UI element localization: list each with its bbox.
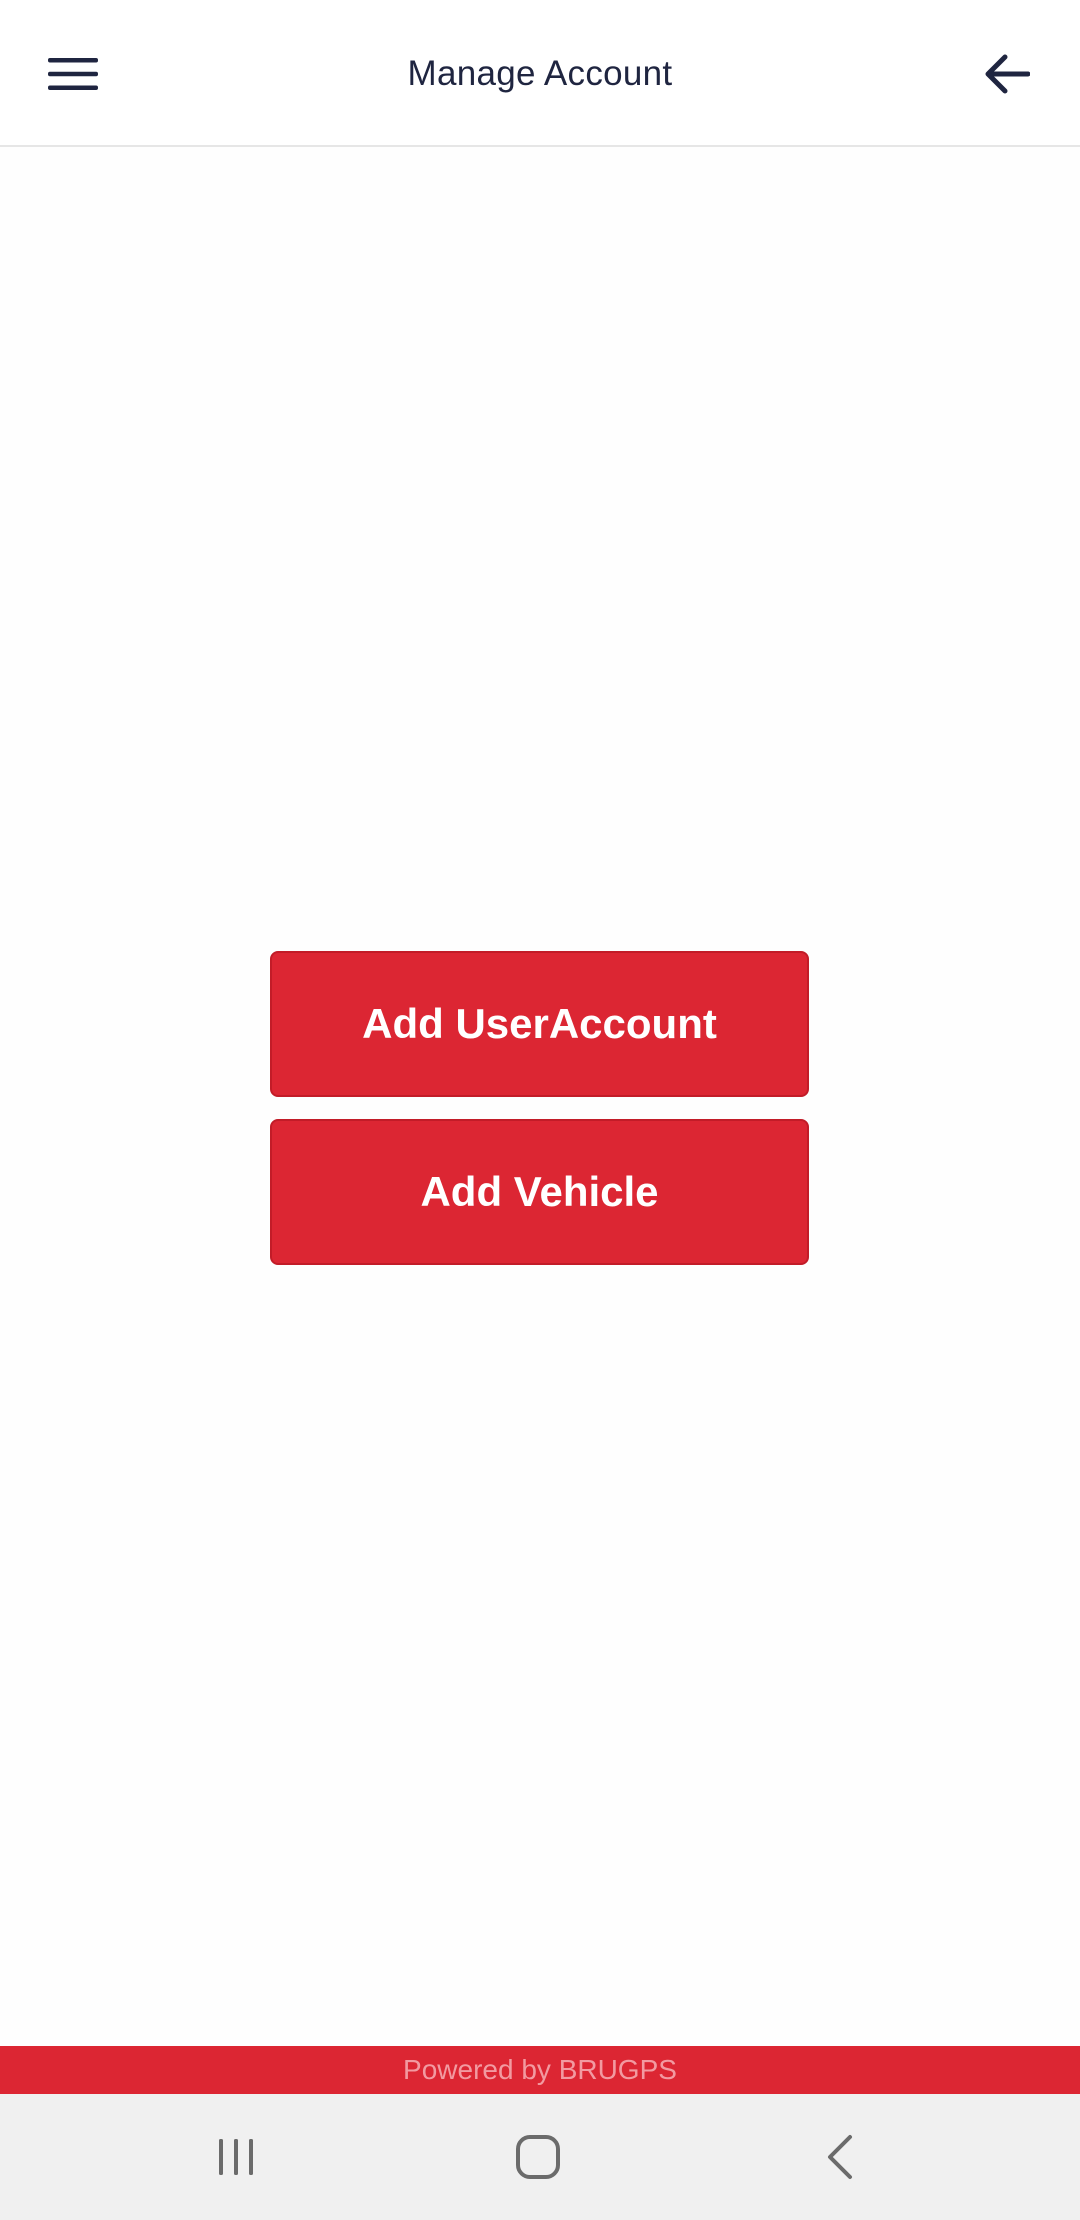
add-vehicle-button[interactable]: Add Vehicle xyxy=(270,1119,809,1265)
main-content: Add UserAccount Add Vehicle xyxy=(0,149,1080,2046)
system-navigation-bar xyxy=(0,2094,1080,2220)
hamburger-menu-icon xyxy=(48,58,98,90)
powered-by-footer: Powered by BRUGPS xyxy=(0,2046,1080,2094)
recent-apps-button[interactable] xyxy=(176,2112,296,2202)
app-bar: Manage Account xyxy=(0,0,1080,147)
back-button[interactable] xyxy=(962,30,1052,118)
page-title: Manage Account xyxy=(407,53,673,93)
arrow-left-icon xyxy=(985,54,1030,94)
back-chevron-icon xyxy=(828,2135,852,2179)
home-button[interactable] xyxy=(478,2112,598,2202)
home-icon xyxy=(516,2135,560,2179)
recent-apps-icon xyxy=(219,2139,253,2175)
menu-button[interactable] xyxy=(28,30,118,118)
add-user-account-button[interactable]: Add UserAccount xyxy=(270,951,809,1097)
system-back-button[interactable] xyxy=(780,2112,900,2202)
